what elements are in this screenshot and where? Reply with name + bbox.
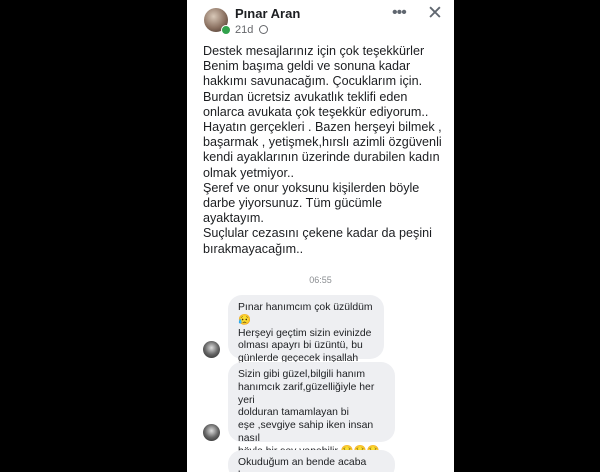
close-icon[interactable]: ✕ (427, 2, 443, 25)
message-bubble[interactable]: Okuduğum an bende acaba hesap (228, 450, 395, 472)
public-globe-icon (259, 25, 268, 34)
sender-avatar[interactable] (203, 424, 220, 441)
message-bubble[interactable]: Sizin gibi güzel,bilgili hanım hanımcık … (228, 362, 395, 470)
post-viewer: Pınar Aran 21d ••• ✕ Destek mesajlarınız… (187, 0, 454, 472)
message-bubble[interactable]: Pınar hanımcım çok üzüldüm 😥 Herşeyi geç… (228, 295, 384, 364)
post-time[interactable]: 21d (235, 24, 253, 36)
more-options-icon[interactable]: ••• (392, 4, 407, 22)
online-status-indicator (221, 25, 231, 35)
author-name[interactable]: Pınar Aran (235, 6, 300, 21)
chat-timestamp: 06:55 (309, 275, 332, 285)
post-header: Pınar Aran 21d ••• ✕ (187, 0, 454, 40)
sender-avatar[interactable] (203, 341, 220, 358)
post-text: Destek mesajlarınız için çok teşekkürler… (203, 44, 442, 256)
